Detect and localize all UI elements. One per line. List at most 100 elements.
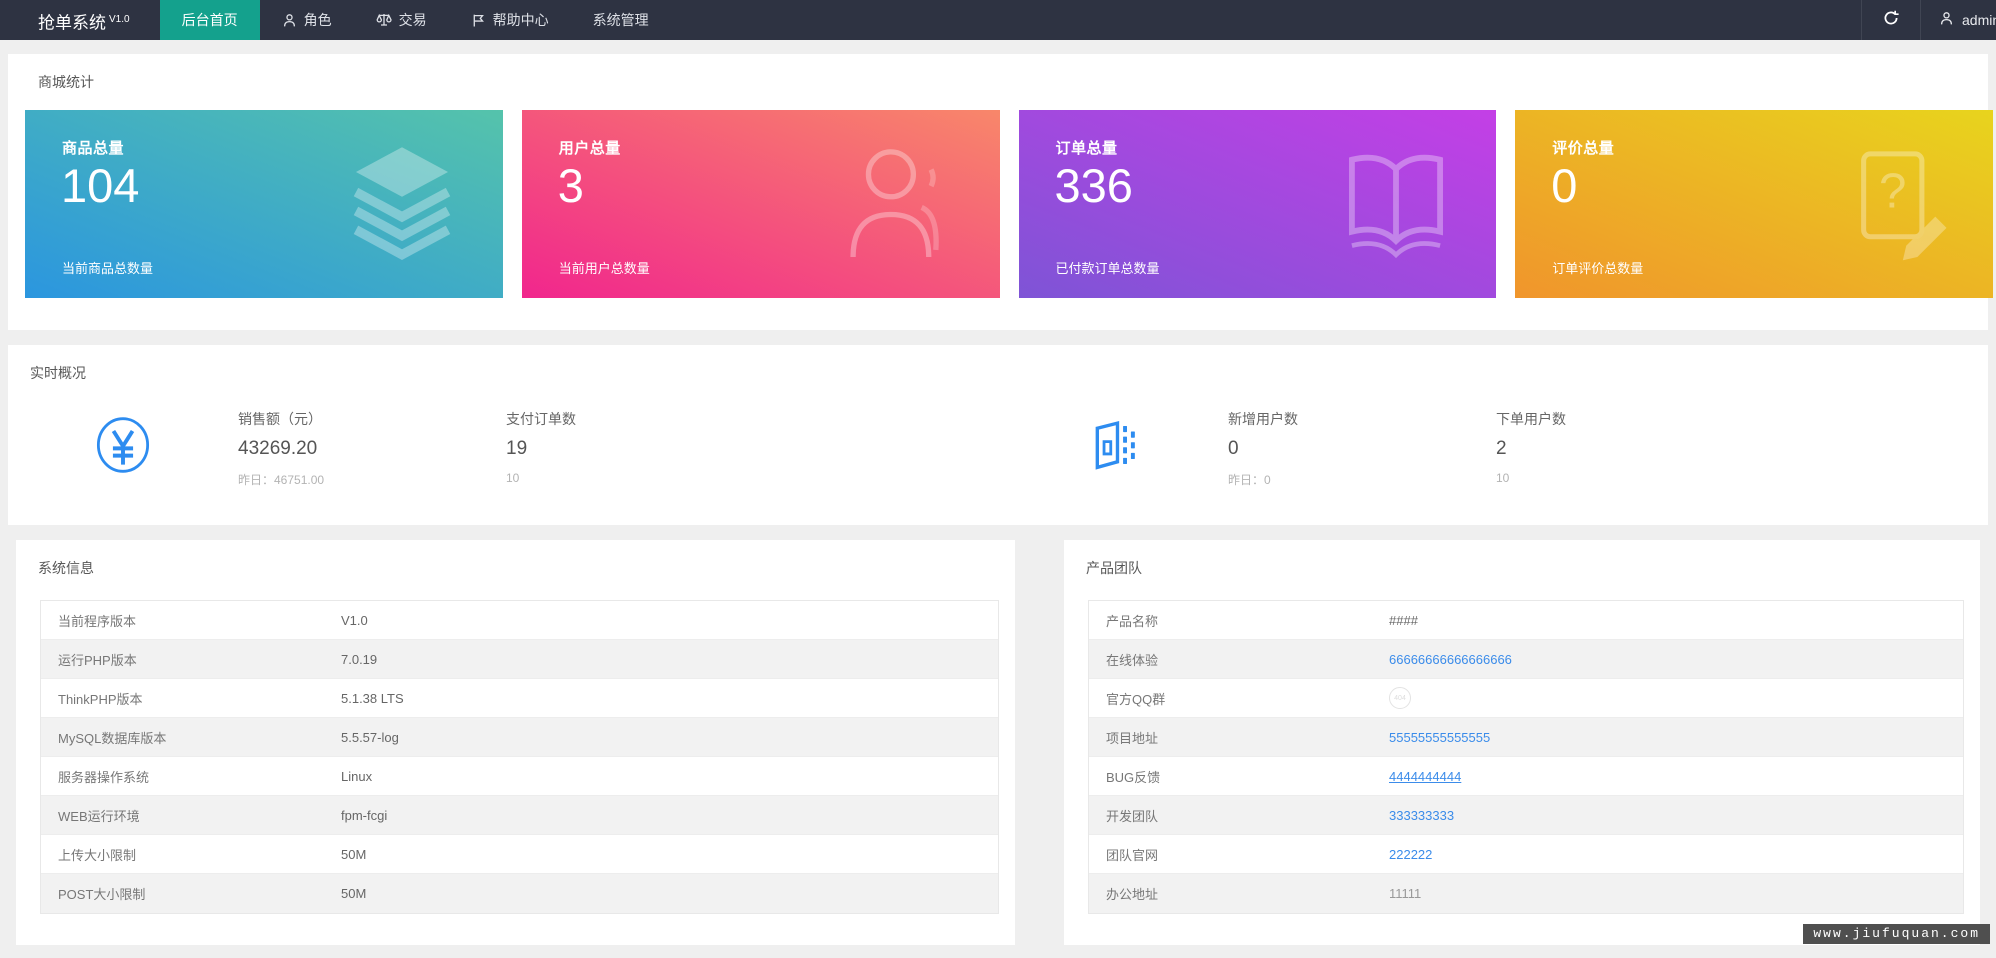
table-row: 在线体验 66666666666666666 — [1089, 640, 1963, 679]
stat-sub: 10 — [1496, 471, 1510, 485]
stat-paid-orders: 支付订单数 19 10 — [506, 407, 774, 488]
mall-stats-panel: 商城统计 商品总量 104 当前商品总数量 用户总量 3 当前用户总数量 订单总… — [8, 54, 1993, 330]
row-label: 当前程序版本 — [58, 613, 137, 629]
row-value: 7.0.19 — [341, 651, 378, 667]
card-desc: 当前商品总数量 — [62, 261, 154, 276]
stat-new-users: 新增用户数 0 昨日：0 — [1228, 407, 1496, 488]
card-desc: 当前用户总数量 — [558, 261, 650, 276]
menu-item-label: 交易 — [398, 12, 427, 28]
main-menu: 后台首页 角色 交易 帮助中心 系统管理 — [159, 0, 671, 40]
stat-label: 下单用户数 — [1496, 411, 1566, 427]
product-team-panel: 产品团队 产品名称 #### 在线体验 66666666666666666 官方… — [1064, 540, 1980, 945]
row-label: 开发团队 — [1106, 808, 1159, 824]
dev-team-link[interactable]: 333333333 — [1389, 808, 1454, 823]
navbar-right: admin — [1861, 0, 1996, 40]
row-label: ThinkPHP版本 — [58, 691, 143, 707]
refresh-button[interactable] — [1862, 0, 1920, 40]
table-row: 上传大小限制 50M — [41, 835, 998, 874]
table-row: WEB运行环境 fpm-fcgi — [41, 796, 998, 835]
section-title-team: 产品团队 — [1086, 560, 1142, 576]
card-title: 订单总量 — [1055, 140, 1118, 157]
flag-icon — [471, 13, 486, 28]
stat-value: 43269.20 — [238, 438, 318, 459]
card-value: 0 — [1551, 159, 1578, 212]
table-row: 服务器操作系统 Linux — [41, 757, 998, 796]
menu-item-system[interactable]: 系统管理 — [571, 0, 671, 40]
row-label: WEB运行环境 — [58, 808, 140, 824]
top-navbar: 抢单系统 V1.0 后台首页 角色 交易 帮助中心 系统管理 admi — [0, 0, 1996, 40]
menu-item-help[interactable]: 帮助中心 — [449, 0, 571, 40]
table-row: 办公地址 11111 — [1089, 874, 1963, 913]
stat-value: 2 — [1496, 438, 1507, 459]
card-title: 商品总量 — [62, 140, 125, 157]
row-label: 服务器操作系统 — [58, 769, 150, 785]
stat-value: 0 — [1228, 438, 1239, 459]
svg-text:?: ? — [1879, 164, 1906, 219]
realtime-left-group: 销售额（元） 43269.20 昨日：46751.00 支付订单数 19 10 — [8, 407, 998, 488]
row-label: POST大小限制 — [58, 887, 146, 902]
stat-ordering-users: 下单用户数 2 10 — [1496, 407, 1764, 488]
menu-item-label: 帮助中心 — [492, 12, 549, 28]
row-value: 50M — [341, 886, 367, 901]
table-row: 项目地址 55555555555555 — [1089, 718, 1963, 757]
row-label: 项目地址 — [1106, 730, 1159, 746]
row-value: #### — [1389, 612, 1418, 628]
stat-label: 新增用户数 — [1228, 411, 1298, 427]
card-value: 336 — [1054, 159, 1133, 212]
table-row: 产品名称 #### — [1089, 601, 1963, 640]
menu-item-roles[interactable]: 角色 — [260, 0, 354, 40]
system-info-panel: 系统信息 当前程序版本 V1.0 运行PHP版本 7.0.19 ThinkPHP… — [16, 540, 1015, 945]
stat-sales: 销售额（元） 43269.20 昨日：46751.00 — [238, 407, 506, 488]
section-title-mall: 商城统计 — [38, 74, 94, 90]
realtime-right-group: 新增用户数 0 昨日：0 下单用户数 2 10 — [998, 407, 1988, 488]
table-row: ThinkPHP版本 5.1.38 LTS — [41, 679, 998, 718]
product-team-table: 产品名称 #### 在线体验 66666666666666666 官方QQ群 4… — [1088, 600, 1964, 914]
broken-image-icon: 404 — [1389, 687, 1411, 709]
system-info-table: 当前程序版本 V1.0 运行PHP版本 7.0.19 ThinkPHP版本 5.… — [40, 600, 999, 914]
table-row: 团队官网 222222 — [1089, 835, 1963, 874]
section-title-system: 系统信息 — [38, 560, 94, 576]
table-row: 当前程序版本 V1.0 — [41, 601, 998, 640]
stat-sub: 10 — [506, 471, 520, 485]
app-title: 抢单系统 — [38, 13, 106, 33]
project-url-link[interactable]: 55555555555555 — [1389, 730, 1490, 745]
refresh-icon — [1883, 10, 1899, 31]
row-label: 官方QQ群 — [1106, 691, 1166, 707]
user-icon — [1939, 11, 1954, 29]
stat-card-users: 用户总量 3 当前用户总数量 — [521, 110, 1000, 298]
bottom-panels-row: 系统信息 当前程序版本 V1.0 运行PHP版本 7.0.19 ThinkPHP… — [8, 540, 1988, 945]
card-desc: 已付款订单总数量 — [1055, 261, 1160, 276]
table-row: 开发团队 333333333 — [1089, 796, 1963, 835]
door-icon — [998, 407, 1228, 488]
row-label: 办公地址 — [1106, 887, 1159, 902]
stat-sub: 昨日：46751.00 — [238, 473, 325, 487]
menu-item-label: 系统管理 — [592, 12, 649, 28]
scale-icon — [376, 12, 392, 28]
app-logo: 抢单系统 V1.0 — [0, 0, 160, 40]
bug-feedback-link[interactable]: 4444444444 — [1389, 769, 1461, 784]
card-title: 评价总量 — [1552, 140, 1615, 157]
user-menu[interactable]: admin — [1921, 0, 1996, 40]
menu-item-label: 后台首页 — [181, 12, 238, 28]
row-value: 5.5.57-log — [341, 729, 399, 745]
user-name: admin — [1962, 12, 1996, 28]
realtime-stats-row: 销售额（元） 43269.20 昨日：46751.00 支付订单数 19 10 — [8, 401, 1988, 488]
table-row: 官方QQ群 404 — [1089, 679, 1963, 718]
table-row: MySQL数据库版本 5.5.57-log — [41, 718, 998, 757]
realtime-panel: 实时概况 销售额（元） 43269.20 昨日：46751.00 支付订单数 1… — [8, 345, 1988, 525]
menu-item-home[interactable]: 后台首页 — [159, 0, 260, 40]
stat-card-products: 商品总量 104 当前商品总数量 — [25, 110, 503, 298]
row-value: V1.0 — [341, 612, 368, 628]
row-value: Linux — [341, 768, 373, 784]
menu-item-trade[interactable]: 交易 — [354, 0, 449, 40]
yen-icon — [8, 407, 238, 488]
table-row: 运行PHP版本 7.0.19 — [41, 640, 998, 679]
row-value: 5.1.38 LTS — [341, 690, 404, 706]
stat-cards-row: 商品总量 104 当前商品总数量 用户总量 3 当前用户总数量 订单总量 336… — [25, 110, 1993, 298]
stat-card-reviews: 评价总量 0 订单评价总数量 ? — [1515, 110, 1993, 298]
stat-sub: 昨日：0 — [1228, 473, 1271, 487]
row-label: BUG反馈 — [1106, 769, 1161, 785]
team-site-link[interactable]: 222222 — [1389, 847, 1432, 862]
online-demo-link[interactable]: 66666666666666666 — [1389, 652, 1512, 667]
card-title: 用户总量 — [558, 140, 621, 157]
